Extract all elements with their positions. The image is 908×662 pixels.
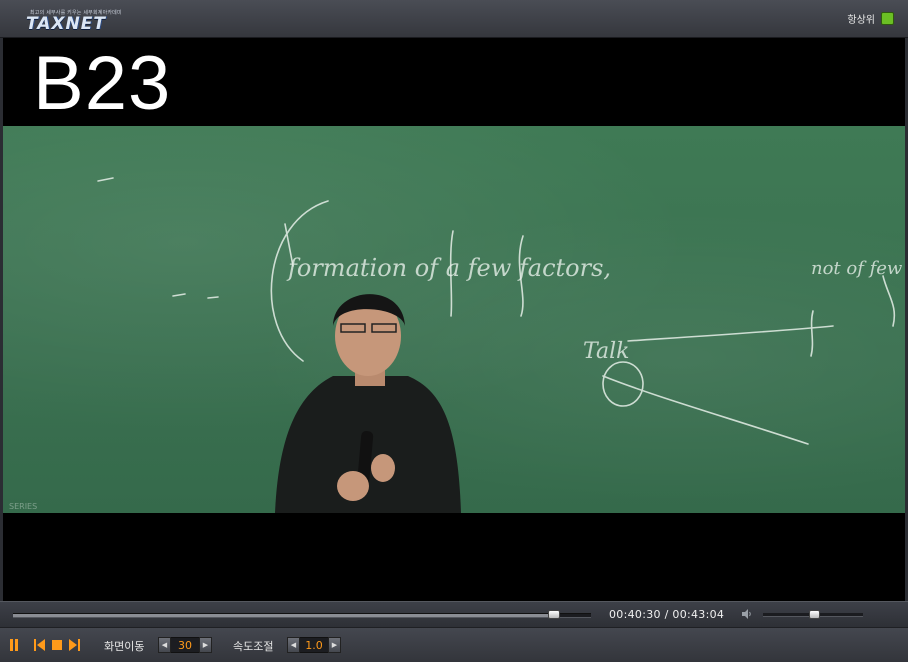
- volume-slider[interactable]: [763, 610, 863, 619]
- screen-move-stepper[interactable]: ◀ 30 ▶: [158, 637, 212, 653]
- pause-icon[interactable]: [9, 639, 19, 651]
- seek-handle[interactable]: [548, 610, 561, 619]
- volume-icon[interactable]: [741, 608, 753, 620]
- title-bar: 최고의 세무사를 키우는 세무회계아카데미 TAXNET 항상위: [0, 0, 908, 38]
- time-display: 00:40:30 / 00:43:04: [609, 608, 725, 621]
- chalk-text-1: formation of a few factors,: [286, 254, 611, 282]
- speed-label: 속도조절: [233, 640, 274, 653]
- chalk-text-2: not of few: [811, 258, 903, 279]
- seek-bar-row: 00:40:30 / 00:43:04: [0, 601, 908, 627]
- stop-icon[interactable]: [52, 639, 63, 651]
- lecturer: [275, 294, 461, 513]
- speed-value: 1.0: [300, 637, 328, 653]
- previous-icon[interactable]: [34, 639, 45, 651]
- video-frame: formation of a few factors, not of few T…: [3, 126, 905, 513]
- speed-decrease-icon[interactable]: ◀: [287, 637, 300, 653]
- taxnet-logo: TAXNET: [26, 14, 106, 34]
- video-area[interactable]: B23 formation of a few factors, not of f: [3, 38, 905, 601]
- seek-slider[interactable]: [13, 610, 591, 619]
- screen-move-increase-icon[interactable]: ▶: [199, 637, 212, 653]
- video-overlay-label: B23: [33, 41, 172, 126]
- always-on-top-label: 항상위: [847, 15, 875, 26]
- chalk-text-3: Talk: [583, 339, 629, 364]
- volume-handle[interactable]: [809, 610, 820, 619]
- screen-move-value: 30: [171, 637, 199, 653]
- next-icon[interactable]: [69, 639, 80, 651]
- always-on-top-checkbox[interactable]: [881, 12, 894, 25]
- corner-watermark: SERIES: [9, 502, 38, 511]
- screen-move-label: 화면이동: [104, 640, 145, 653]
- lecture-scene: formation of a few factors, not of few T…: [97, 177, 903, 513]
- screen-move-decrease-icon[interactable]: ◀: [158, 637, 171, 653]
- speed-stepper[interactable]: ◀ 1.0 ▶: [287, 637, 341, 653]
- speed-increase-icon[interactable]: ▶: [328, 637, 341, 653]
- control-bar: 화면이동 ◀ 30 ▶ 속도조절 ◀ 1.0 ▶: [0, 627, 908, 662]
- seek-progress: [13, 614, 554, 617]
- always-on-top-toggle[interactable]: 항상위: [847, 11, 894, 26]
